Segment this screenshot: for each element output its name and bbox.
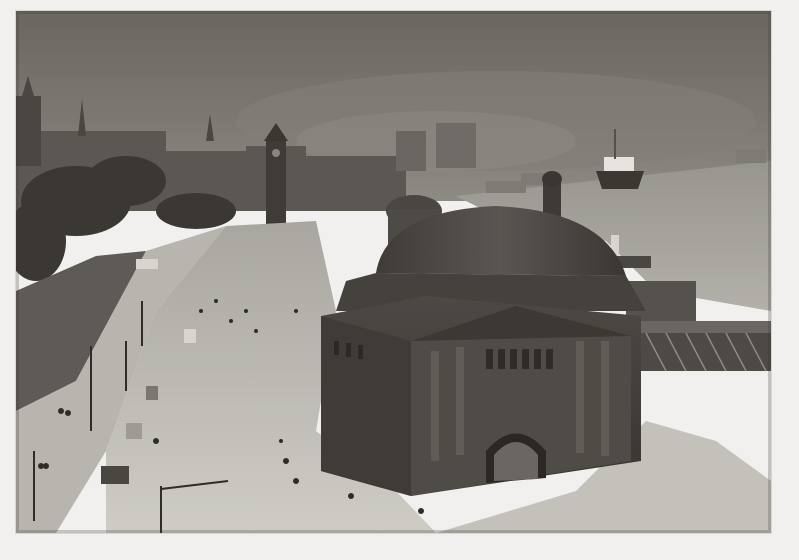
postcard [0,0,799,560]
harbor-photograph [16,11,771,533]
elbtunnel-building [321,206,646,496]
clock-tower [264,123,288,231]
photo-scene [16,11,771,533]
